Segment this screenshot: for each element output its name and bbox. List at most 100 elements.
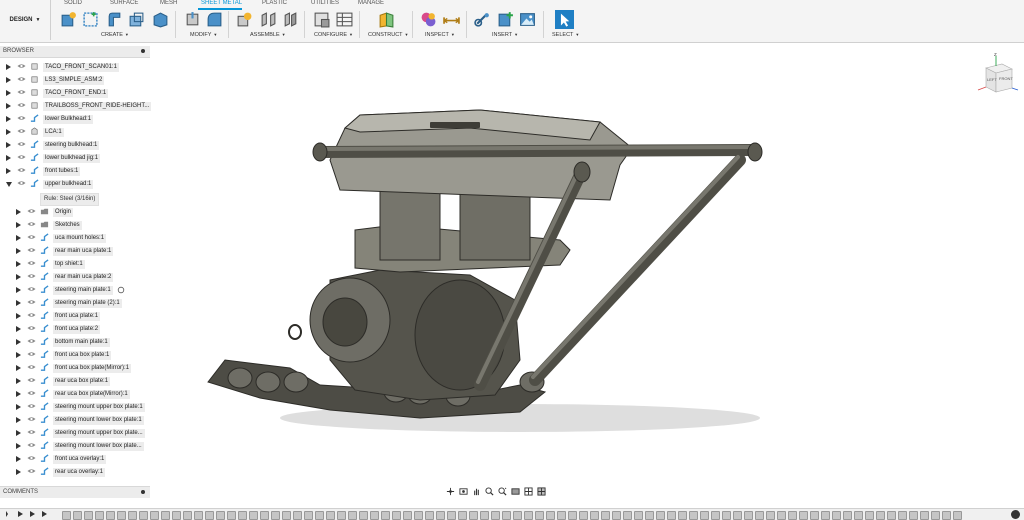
browser-item[interactable]: upper bulkhead:1 bbox=[6, 178, 94, 190]
browser-child-item[interactable]: front uca box plate:1 bbox=[16, 349, 112, 361]
select-icon[interactable] bbox=[555, 10, 574, 29]
expand-icon[interactable] bbox=[6, 103, 11, 109]
browser-child-item[interactable]: rear main uca plate:1 bbox=[16, 245, 114, 257]
timeline-go-end-icon[interactable] bbox=[42, 511, 47, 517]
visibility-eye-icon[interactable] bbox=[17, 76, 30, 84]
expand-icon[interactable] bbox=[16, 365, 21, 371]
visibility-eye-icon[interactable] bbox=[27, 312, 40, 320]
browser-child-item[interactable]: top shiet:1 bbox=[16, 258, 85, 270]
browser-child-item[interactable]: steering main plate:1 bbox=[16, 284, 125, 296]
interference-icon[interactable] bbox=[420, 11, 437, 28]
timeline-go-start-icon[interactable] bbox=[6, 511, 8, 517]
browser-child-item[interactable]: steering mount lower box plate:1 bbox=[16, 414, 144, 426]
visibility-eye-icon[interactable] bbox=[27, 208, 40, 216]
tab-utilities[interactable]: UTILITIES bbox=[311, 0, 339, 7]
expand-icon[interactable] bbox=[16, 417, 21, 423]
browser-pin-icon[interactable] bbox=[141, 49, 145, 53]
pan-icon[interactable] bbox=[472, 487, 481, 496]
timeline-step-back-icon[interactable] bbox=[18, 511, 23, 517]
model-viewport[interactable] bbox=[150, 44, 970, 484]
radio-circle-icon[interactable] bbox=[117, 286, 125, 294]
sheet-metal-rule[interactable]: Rule: Steel (3/16in) bbox=[40, 193, 100, 206]
display-settings-icon[interactable] bbox=[511, 487, 520, 496]
browser-item[interactable]: front tubes:1 bbox=[6, 165, 81, 177]
browser-item[interactable]: TACO_FRONT_END:1 bbox=[6, 87, 109, 99]
press-pull-icon[interactable] bbox=[184, 11, 201, 28]
flange-icon[interactable] bbox=[106, 11, 123, 28]
browser-child-item[interactable]: Sketches bbox=[16, 219, 82, 231]
new-component-icon[interactable] bbox=[60, 11, 77, 28]
browser-child-item[interactable]: front uca box plate(Mirror):1 bbox=[16, 362, 132, 374]
browser-item[interactable]: LCA:1 bbox=[6, 126, 64, 138]
inspect-menu[interactable]: INSPECT ▼ bbox=[425, 31, 455, 39]
modify-menu[interactable]: MODIFY ▼ bbox=[190, 31, 217, 39]
collapse-icon[interactable] bbox=[6, 181, 12, 187]
tab-solid[interactable]: SOLID bbox=[64, 0, 82, 7]
create-menu[interactable]: CREATE ▼ bbox=[101, 31, 129, 39]
visibility-eye-icon[interactable] bbox=[17, 128, 30, 136]
measure-icon[interactable] bbox=[443, 11, 460, 28]
timeline-settings-icon[interactable] bbox=[1011, 510, 1020, 519]
expand-icon[interactable] bbox=[16, 443, 21, 449]
visibility-eye-icon[interactable] bbox=[27, 442, 40, 450]
expand-icon[interactable] bbox=[16, 222, 21, 228]
tab-mesh[interactable]: MESH bbox=[160, 0, 177, 7]
browser-child-item[interactable]: rear main uca plate:2 bbox=[16, 271, 114, 283]
create-sketch-icon[interactable] bbox=[82, 11, 99, 28]
browser-child-item[interactable]: front uca plate:1 bbox=[16, 310, 101, 322]
viewports-icon[interactable] bbox=[537, 486, 546, 496]
visibility-eye-icon[interactable] bbox=[17, 167, 30, 175]
expand-icon[interactable] bbox=[16, 352, 21, 358]
expand-icon[interactable] bbox=[16, 313, 21, 319]
browser-child-item[interactable]: steering main plate (2):1 bbox=[16, 297, 122, 309]
expand-icon[interactable] bbox=[16, 469, 21, 475]
browser-child-item[interactable]: Origin bbox=[16, 206, 74, 218]
browser-child-item[interactable]: front uca plate:2 bbox=[16, 323, 101, 335]
browser-child-item[interactable]: uca mount holes:1 bbox=[16, 232, 107, 244]
zoom-icon[interactable] bbox=[485, 486, 494, 496]
offset-plane-icon[interactable] bbox=[378, 11, 395, 28]
comments-header[interactable]: COMMENTS bbox=[0, 486, 150, 498]
tab-plastic[interactable]: PLASTIC bbox=[262, 0, 287, 7]
expand-icon[interactable] bbox=[16, 391, 21, 397]
expand-icon[interactable] bbox=[6, 77, 11, 83]
visibility-eye-icon[interactable] bbox=[17, 180, 30, 188]
fit-icon[interactable] bbox=[498, 486, 507, 496]
expand-icon[interactable] bbox=[6, 155, 11, 161]
expand-icon[interactable] bbox=[6, 129, 11, 135]
fillet-icon[interactable] bbox=[206, 11, 223, 28]
timeline-play-icon[interactable] bbox=[30, 511, 35, 517]
select-menu[interactable]: SELECT ▼ bbox=[552, 31, 579, 39]
visibility-eye-icon[interactable] bbox=[17, 154, 30, 162]
browser-child-item[interactable]: bottom main plate:1 bbox=[16, 336, 110, 348]
visibility-eye-icon[interactable] bbox=[17, 89, 30, 97]
visibility-eye-icon[interactable] bbox=[17, 102, 30, 110]
insert-derive-icon[interactable] bbox=[474, 11, 491, 28]
orbit-icon[interactable] bbox=[446, 487, 455, 496]
expand-icon[interactable] bbox=[16, 326, 21, 332]
expand-icon[interactable] bbox=[16, 339, 21, 345]
expand-icon[interactable] bbox=[16, 456, 21, 462]
configure-menu[interactable]: CONFIGURE ▼ bbox=[314, 31, 353, 39]
browser-child-item[interactable]: rear uca box plate(Mirror):1 bbox=[16, 388, 130, 400]
unfold-icon[interactable] bbox=[152, 11, 169, 28]
browser-child-item[interactable]: steering mount upper box plate:1 bbox=[16, 401, 145, 413]
visibility-eye-icon[interactable] bbox=[27, 377, 40, 385]
comments-pin-icon[interactable] bbox=[141, 490, 145, 494]
expand-icon[interactable] bbox=[16, 404, 21, 410]
construct-menu[interactable]: CONSTRUCT ▼ bbox=[368, 31, 409, 39]
expand-icon[interactable] bbox=[16, 248, 21, 254]
browser-item[interactable]: LS3_SIMPLE_ASM:2 bbox=[6, 74, 105, 86]
browser-child-item[interactable]: front uca overlay:1 bbox=[16, 453, 107, 465]
visibility-eye-icon[interactable] bbox=[27, 351, 40, 359]
browser-child-item[interactable]: steering mount lower box plate... bbox=[16, 440, 144, 452]
browser-item[interactable]: lower bulkhead jig:1 bbox=[6, 152, 101, 164]
browser-child-item[interactable]: steering mount upper box plate... bbox=[16, 427, 145, 439]
expand-icon[interactable] bbox=[16, 300, 21, 306]
tab-sheet-metal[interactable]: SHEET METAL bbox=[201, 0, 242, 7]
tab-manage[interactable]: MANAGE bbox=[358, 0, 384, 7]
visibility-eye-icon[interactable] bbox=[27, 338, 40, 346]
visibility-eye-icon[interactable] bbox=[27, 286, 40, 294]
insert-menu[interactable]: INSERT ▼ bbox=[492, 31, 518, 39]
as-built-joint-icon[interactable] bbox=[282, 11, 299, 28]
